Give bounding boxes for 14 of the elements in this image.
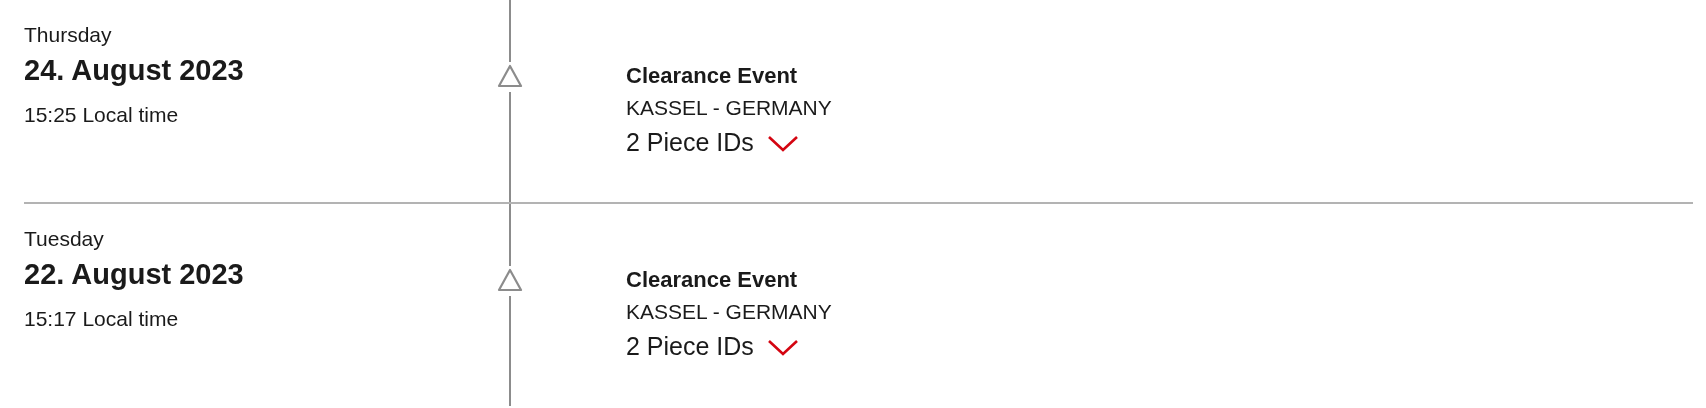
piece-ids-toggle[interactable]: 2 Piece IDs	[626, 332, 800, 361]
event-date: 24. August 2023	[24, 53, 245, 88]
event-location: KASSEL - GERMANY	[626, 95, 832, 121]
triangle-icon	[497, 268, 523, 292]
event-title: Clearance Event	[626, 62, 798, 90]
weekday-label: Thursday	[24, 22, 113, 48]
event-time: 15:17 Local time	[24, 306, 180, 332]
event-location: KASSEL - GERMANY	[626, 299, 832, 325]
weekday-label: Tuesday	[24, 226, 105, 252]
triangle-icon	[497, 64, 523, 88]
event-time: 15:25 Local time	[24, 102, 180, 128]
piece-ids-toggle[interactable]: 2 Piece IDs	[626, 128, 800, 157]
event-title: Clearance Event	[626, 266, 798, 294]
event-date: 22. August 2023	[24, 257, 245, 292]
